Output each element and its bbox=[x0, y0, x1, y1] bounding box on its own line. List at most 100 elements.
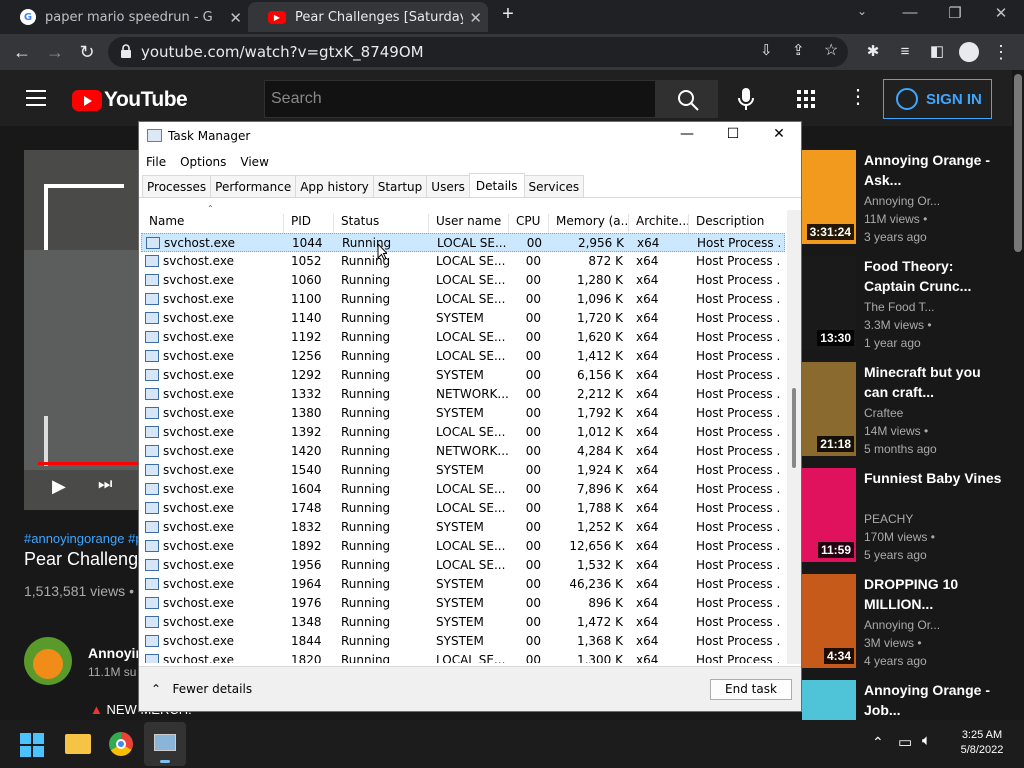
related-video[interactable]: Annoying Orange - Job... bbox=[802, 680, 1012, 720]
table-row[interactable]: svchost.exe 1392 Running LOCAL SE... 00 1,012… bbox=[141, 423, 785, 442]
tab-app-history[interactable]: App history bbox=[295, 175, 374, 197]
table-row[interactable]: svchost.exe 1292 Running SYSTEM 00 6,156 K x64… bbox=[141, 366, 785, 385]
fewer-details-button[interactable]: ⌃ Fewer details bbox=[151, 682, 252, 696]
video-player[interactable]: ▶ ⏭ bbox=[24, 150, 144, 510]
table-row[interactable]: svchost.exe 1332 Running NETWORK... 00 2,212 … bbox=[141, 385, 785, 404]
related-video[interactable]: 4:34 DROPPING 10 MILLION... Annoying Or.… bbox=[802, 574, 1012, 672]
hashtags[interactable]: #annoyingorange #pu bbox=[24, 531, 150, 546]
table-row[interactable]: svchost.exe 1748 Running LOCAL SE... 00 1,788… bbox=[141, 499, 785, 518]
table-row[interactable]: svchost.exe 1380 Running SYSTEM 00 1,792 K x64… bbox=[141, 404, 785, 423]
menu-view[interactable]: View bbox=[233, 152, 275, 172]
chrome-menu-icon[interactable]: ⋮ bbox=[988, 40, 1014, 64]
related-video[interactable]: 11:59 Funniest Baby Vines PEACHY 170M vi… bbox=[802, 468, 1012, 566]
volume-icon[interactable]: 🔈︎ bbox=[922, 732, 931, 749]
related-video[interactable]: 21:18 Minecraft but you can craft... Cra… bbox=[802, 362, 1012, 460]
tab-users[interactable]: Users bbox=[426, 175, 470, 197]
table-row[interactable]: svchost.exe 1348 Running SYSTEM 00 1,472 K x64… bbox=[141, 613, 785, 632]
scrollbar-thumb[interactable] bbox=[792, 388, 796, 468]
youtube-logo[interactable]: YouTube bbox=[72, 88, 188, 112]
table-row[interactable]: svchost.exe 1964 Running SYSTEM 00 46,236 K x6… bbox=[141, 575, 785, 594]
network-icon[interactable]: ▭ bbox=[898, 733, 912, 751]
windows-start-icon[interactable] bbox=[20, 733, 44, 757]
column-header-cpu[interactable]: CPU bbox=[509, 214, 549, 234]
tab-processes[interactable]: Processes bbox=[142, 175, 212, 197]
media-control-icon[interactable]: ≡ bbox=[892, 40, 918, 64]
menu-options[interactable]: Options bbox=[173, 152, 233, 172]
menu-file[interactable]: File bbox=[139, 152, 173, 172]
back-icon[interactable]: ← bbox=[9, 40, 35, 64]
microphone-icon[interactable] bbox=[736, 86, 756, 112]
reload-icon[interactable]: ↻ bbox=[74, 40, 100, 64]
side-panel-icon[interactable]: ◧ bbox=[924, 40, 950, 64]
tab-search-icon[interactable]: ⌄ bbox=[842, 4, 882, 18]
hamburger-menu-icon[interactable] bbox=[26, 90, 46, 106]
related-video[interactable]: 13:30 Food Theory: Captain Crunc... The … bbox=[802, 256, 1012, 354]
tab-details[interactable]: Details bbox=[468, 173, 525, 195]
video-thumbnail[interactable]: 3:31:24 bbox=[802, 150, 856, 244]
task-manager-taskbar-button[interactable] bbox=[144, 722, 186, 766]
table-row[interactable]: svchost.exe 1100 Running LOCAL SE... 00 1,096… bbox=[141, 290, 785, 309]
apps-grid-icon[interactable] bbox=[796, 90, 816, 108]
page-scrollbar[interactable] bbox=[1012, 70, 1024, 720]
settings-more-icon[interactable]: ⋮ bbox=[848, 84, 868, 109]
tab-performance[interactable]: Performance bbox=[210, 175, 297, 197]
column-header-pid[interactable]: PID bbox=[284, 214, 334, 234]
table-row[interactable]: svchost.exe 1140 Running SYSTEM 00 1,720 K x64… bbox=[141, 309, 785, 328]
table-row[interactable]: svchost.exe 1540 Running SYSTEM 00 1,924 K x64… bbox=[141, 461, 785, 480]
forward-icon[interactable]: → bbox=[42, 40, 68, 64]
browser-tab-google[interactable]: G paper mario speedrun - Google S ✕ bbox=[0, 2, 248, 32]
table-row[interactable]: svchost.exe 1956 Running LOCAL SE... 00 1,532… bbox=[141, 556, 785, 575]
minimize-icon[interactable]: — bbox=[890, 4, 930, 21]
close-icon[interactable]: ✕ bbox=[757, 126, 801, 142]
browser-tab-youtube[interactable]: ▶ Pear Challenges [Saturday Super ✕ bbox=[248, 2, 488, 32]
table-row[interactable]: svchost.exe 1604 Running LOCAL SE... 00 7,896… bbox=[141, 480, 785, 499]
related-video[interactable]: 3:31:24 Annoying Orange - Ask... Annoyin… bbox=[802, 150, 1012, 248]
next-icon[interactable]: ⏭ bbox=[98, 476, 112, 494]
channel-name[interactable]: Annoyin bbox=[88, 645, 144, 661]
video-thumbnail[interactable]: 11:59 bbox=[802, 468, 856, 562]
clock[interactable]: 3:25 AM 5/8/2022 bbox=[952, 729, 1012, 756]
end-task-button[interactable]: End task bbox=[710, 679, 792, 700]
share-icon[interactable]: ⇪ bbox=[792, 41, 805, 59]
bookmark-star-icon[interactable]: ☆ bbox=[824, 40, 838, 60]
table-row[interactable]: svchost.exe 1892 Running LOCAL SE... 00 12,65… bbox=[141, 537, 785, 556]
file-explorer-icon[interactable] bbox=[65, 734, 91, 754]
maximize-icon[interactable]: ☐ bbox=[711, 126, 755, 142]
table-row[interactable]: svchost.exe 1256 Running LOCAL SE... 00 1,412… bbox=[141, 347, 785, 366]
close-window-icon[interactable]: ✕ bbox=[981, 4, 1021, 22]
progress-bar[interactable] bbox=[38, 462, 144, 465]
profile-icon[interactable] bbox=[956, 40, 982, 64]
tab-services[interactable]: Services bbox=[523, 175, 585, 197]
column-header-status[interactable]: Status bbox=[334, 214, 429, 234]
task-manager-titlebar[interactable]: Task Manager — ☐ ✕ bbox=[139, 122, 801, 152]
table-row[interactable]: svchost.exe 1420 Running NETWORK... 00 4,284 … bbox=[141, 442, 785, 461]
list-scrollbar[interactable] bbox=[787, 210, 801, 664]
table-row[interactable]: svchost.exe 1976 Running SYSTEM 00 896 K x64 Ho… bbox=[141, 594, 785, 613]
video-thumbnail[interactable]: 21:18 bbox=[802, 362, 856, 456]
search-button[interactable] bbox=[656, 80, 718, 118]
column-header-name[interactable]: Name bbox=[142, 214, 284, 234]
new-tab-button[interactable]: + bbox=[488, 3, 528, 26]
video-thumbnail[interactable]: 4:34 bbox=[802, 574, 856, 668]
table-row[interactable]: svchost.exe 1044 Running LOCAL SE... 00 2,956… bbox=[141, 233, 785, 252]
chrome-icon[interactable] bbox=[109, 732, 133, 756]
install-icon[interactable]: ⇩ bbox=[760, 41, 773, 59]
sign-in-button[interactable]: SIGN IN bbox=[883, 79, 992, 119]
column-header-architecture[interactable]: Archite... bbox=[629, 214, 689, 234]
column-header-description[interactable]: Description bbox=[689, 214, 785, 234]
search-input[interactable]: Search bbox=[264, 80, 656, 118]
address-bar[interactable]: youtube.com/watch?v=gtxK_8749OM ⇩ ⇪ ☆ bbox=[108, 37, 848, 67]
minimize-icon[interactable]: — bbox=[665, 126, 709, 142]
video-thumbnail[interactable]: 13:30 bbox=[802, 256, 856, 350]
column-header-user[interactable]: User name bbox=[429, 214, 509, 234]
table-row[interactable]: svchost.exe 1192 Running LOCAL SE... 00 1,620… bbox=[141, 328, 785, 347]
tab-startup[interactable]: Startup bbox=[372, 175, 428, 197]
table-row[interactable]: svchost.exe 1820 Running LOCAL SE... 00 1,300… bbox=[141, 651, 785, 663]
video-thumbnail[interactable] bbox=[802, 680, 856, 720]
channel-avatar[interactable] bbox=[24, 637, 72, 685]
close-tab-icon[interactable]: ✕ bbox=[229, 9, 242, 27]
column-header-memory[interactable]: Memory (a... bbox=[549, 214, 629, 234]
table-row[interactable]: svchost.exe 1052 Running LOCAL SE... 00 872 K… bbox=[141, 252, 785, 271]
restore-icon[interactable]: ❐ bbox=[935, 4, 975, 22]
play-icon[interactable]: ▶ bbox=[52, 476, 66, 497]
